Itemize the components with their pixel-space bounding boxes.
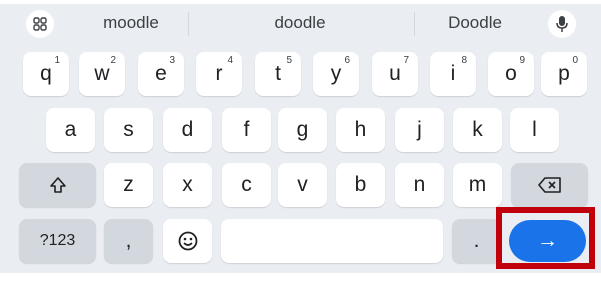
- key-f[interactable]: f: [222, 108, 271, 152]
- highlight-box: [496, 207, 595, 269]
- key-v[interactable]: v: [278, 163, 327, 207]
- key-i[interactable]: i8: [430, 52, 476, 96]
- comma-key[interactable]: ,: [104, 219, 153, 263]
- suggestion-3[interactable]: Doodle: [430, 4, 520, 42]
- symbols-key[interactable]: ?123: [19, 219, 96, 263]
- key-s[interactable]: s: [104, 108, 153, 152]
- suggestion-1[interactable]: moodle: [86, 4, 176, 42]
- key-n[interactable]: n: [395, 163, 444, 207]
- key-u[interactable]: u7: [372, 52, 418, 96]
- shift-icon: [49, 177, 66, 193]
- key-w[interactable]: w2: [79, 52, 125, 96]
- suggestion-divider: [414, 12, 415, 36]
- suggestion-strip: moodle doodle Doodle: [0, 4, 601, 42]
- bottom-edge: [0, 273, 601, 281]
- key-k[interactable]: k: [453, 108, 502, 152]
- key-m[interactable]: m: [453, 163, 502, 207]
- key-d[interactable]: d: [163, 108, 212, 152]
- key-o[interactable]: o9: [488, 52, 534, 96]
- key-h[interactable]: h: [336, 108, 385, 152]
- space-bar[interactable]: [221, 219, 443, 263]
- key-l[interactable]: l: [510, 108, 559, 152]
- key-c[interactable]: c: [222, 163, 271, 207]
- key-x[interactable]: x: [163, 163, 212, 207]
- key-p[interactable]: p0: [541, 52, 587, 96]
- apps-grid-icon[interactable]: [26, 10, 54, 38]
- key-q[interactable]: q1: [23, 52, 69, 96]
- key-t[interactable]: t5: [255, 52, 301, 96]
- key-b[interactable]: b: [336, 163, 385, 207]
- key-y[interactable]: y6: [313, 52, 359, 96]
- key-e[interactable]: e3: [138, 52, 184, 96]
- backspace-icon: [537, 177, 561, 193]
- shift-key[interactable]: [19, 163, 96, 207]
- key-r[interactable]: r4: [196, 52, 242, 96]
- period-key[interactable]: .: [452, 219, 501, 263]
- key-a[interactable]: a: [46, 108, 95, 152]
- suggestion-2[interactable]: doodle: [240, 4, 360, 42]
- microphone-icon[interactable]: [548, 10, 576, 38]
- emoji-key[interactable]: [163, 219, 212, 263]
- backspace-key[interactable]: [511, 163, 588, 207]
- key-j[interactable]: j: [395, 108, 444, 152]
- suggestion-divider: [188, 12, 189, 36]
- key-g[interactable]: g: [278, 108, 327, 152]
- emoji-icon: [178, 231, 197, 251]
- key-z[interactable]: z: [104, 163, 153, 207]
